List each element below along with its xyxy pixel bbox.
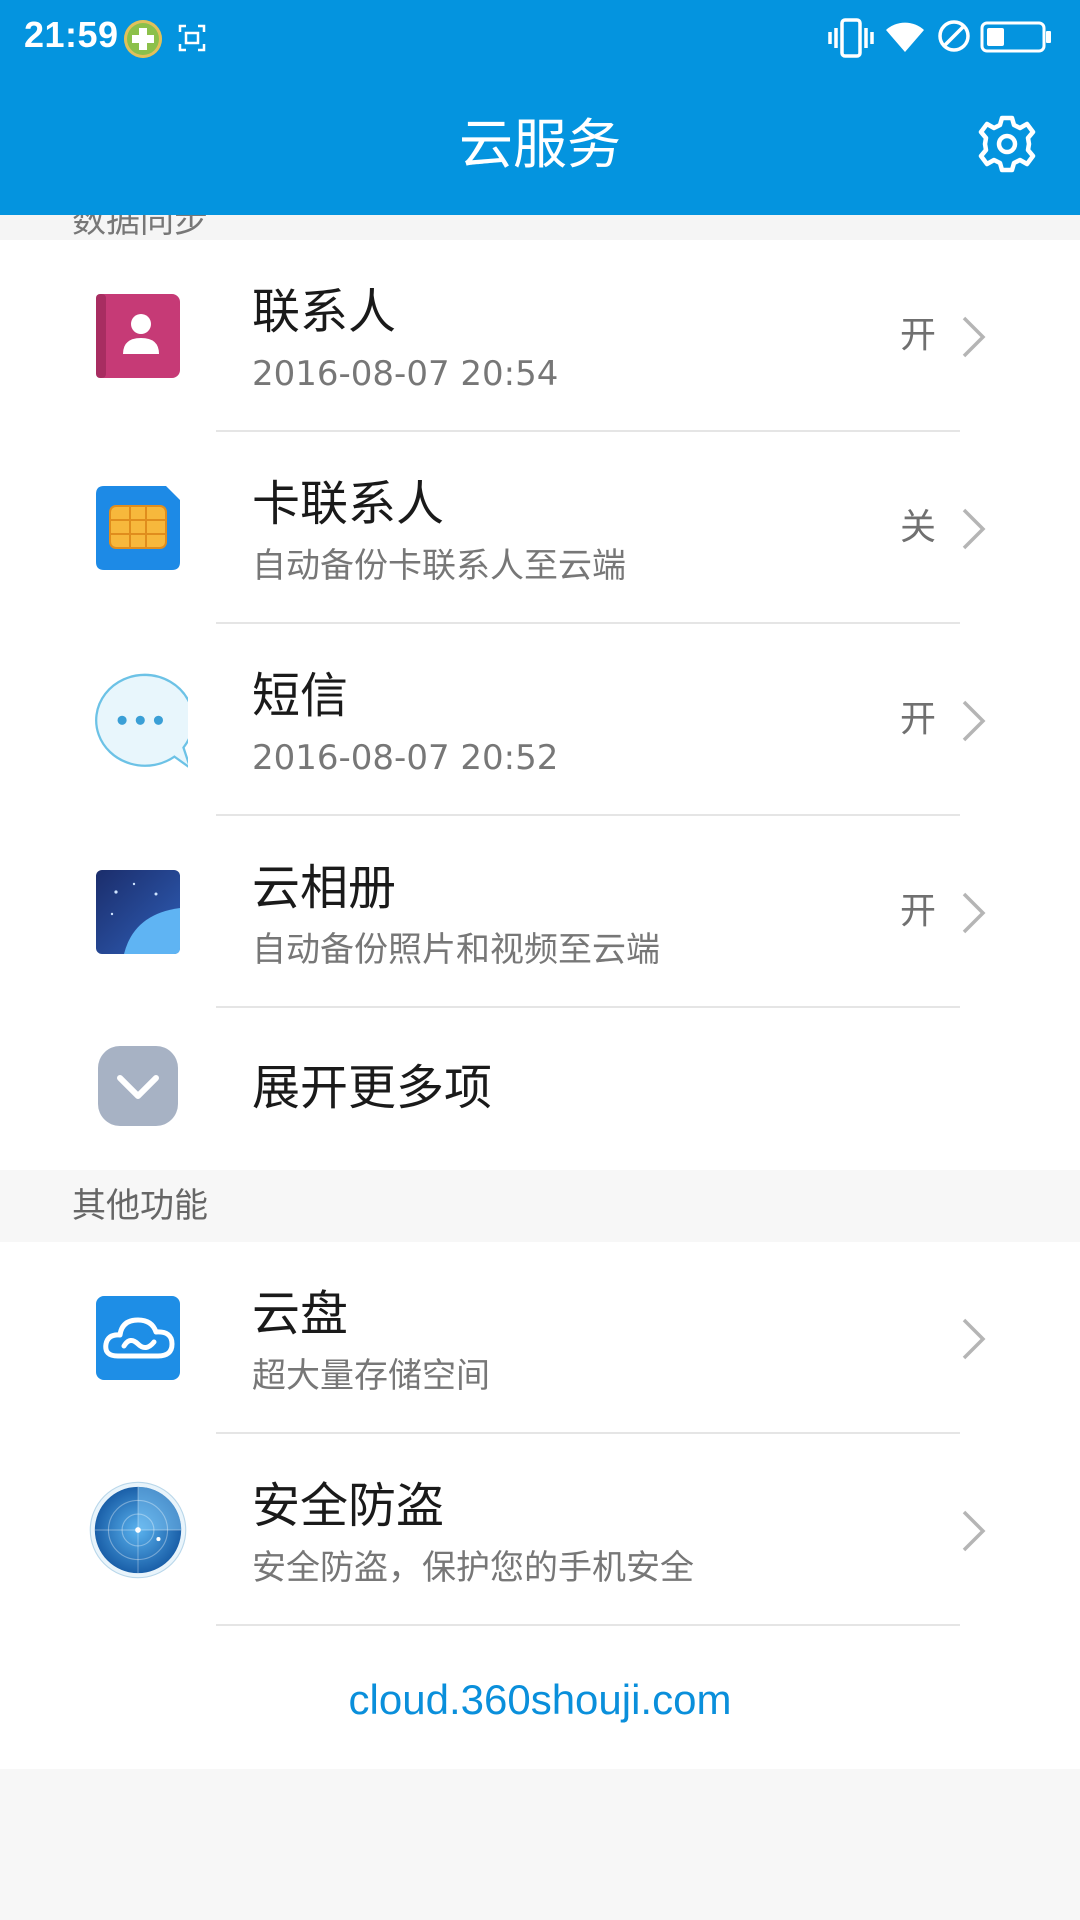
screenshot-icon <box>178 24 206 52</box>
list-item-contacts[interactable]: 联系人 2016-08-07 20:54 开 <box>0 240 1080 432</box>
divider <box>216 1624 960 1626</box>
contacts-icon <box>96 294 180 378</box>
item-title: 短信 <box>252 668 349 724</box>
expand-more-label: 展开更多项 <box>252 1060 493 1116</box>
chevron-right-icon <box>962 1510 986 1552</box>
cloud-disk-icon <box>96 1296 180 1380</box>
wifi-icon <box>886 22 924 52</box>
sms-icon <box>95 673 188 768</box>
section-header-sync: 数据同步 <box>0 215 1080 240</box>
sync-state: 开 <box>900 699 937 740</box>
item-title: 卡联系人 <box>252 476 445 532</box>
list-item-sim-contacts[interactable]: 卡联系人 自动备份卡联系人至云端 关 <box>0 432 1080 624</box>
item-title: 云盘 <box>252 1286 349 1342</box>
vibrate-icon <box>828 18 874 58</box>
list-item-cloud-album[interactable]: 云相册 自动备份照片和视频至云端 开 <box>0 816 1080 1008</box>
sync-state: 关 <box>900 507 937 548</box>
battery-icon <box>980 21 1051 53</box>
no-signal-icon <box>938 20 970 52</box>
list-item-sms[interactable]: 短信 2016-08-07 20:52 开 <box>0 624 1080 816</box>
chevron-right-icon <box>962 700 986 742</box>
status-time: 21:59 <box>24 14 119 55</box>
app-header: 21:59 云服务 <box>0 0 1080 215</box>
app-plus-icon <box>124 20 162 58</box>
item-title: 云相册 <box>252 860 397 916</box>
item-subtitle: 2016-08-07 20:54 <box>252 354 559 394</box>
item-subtitle: 自动备份照片和视频至云端 <box>252 930 660 970</box>
section-sync-label: 数据同步 <box>72 215 208 240</box>
list-item-anti-theft[interactable]: 安全防盗 安全防盗，保护您的手机安全 <box>0 1434 1080 1626</box>
website-link[interactable]: cloud.360shouji.com <box>0 1672 1080 1728</box>
sync-state: 开 <box>900 891 937 932</box>
sim-card-icon <box>96 486 180 570</box>
sync-list: 联系人 2016-08-07 20:54 开 卡联系人 自动备份卡联系人至云端 … <box>0 240 1080 1170</box>
list-item-cloud-disk[interactable]: 云盘 超大量存储空间 <box>0 1242 1080 1434</box>
chevron-right-icon <box>962 508 986 550</box>
item-title: 安全防盗 <box>252 1478 445 1534</box>
chevron-right-icon <box>962 1318 986 1360</box>
page-title: 云服务 <box>459 113 621 176</box>
section-header-other: 其他功能 <box>72 1186 208 1226</box>
chevron-down-icon <box>98 1046 178 1126</box>
sync-state: 开 <box>900 315 937 356</box>
status-bar: 21:59 <box>0 0 1080 76</box>
item-subtitle: 超大量存储空间 <box>252 1356 490 1396</box>
item-subtitle: 自动备份卡联系人至云端 <box>252 546 626 586</box>
item-title: 联系人 <box>252 284 397 340</box>
item-subtitle: 安全防盗，保护您的手机安全 <box>252 1548 694 1588</box>
cloud-album-icon <box>96 870 180 954</box>
chevron-right-icon <box>962 316 986 358</box>
expand-more-button[interactable]: 展开更多项 <box>0 1008 1080 1168</box>
settings-gear-icon[interactable] <box>976 113 1038 175</box>
anti-theft-radar-icon <box>89 1481 187 1579</box>
item-subtitle: 2016-08-07 20:52 <box>252 738 559 778</box>
chevron-right-icon <box>962 892 986 934</box>
